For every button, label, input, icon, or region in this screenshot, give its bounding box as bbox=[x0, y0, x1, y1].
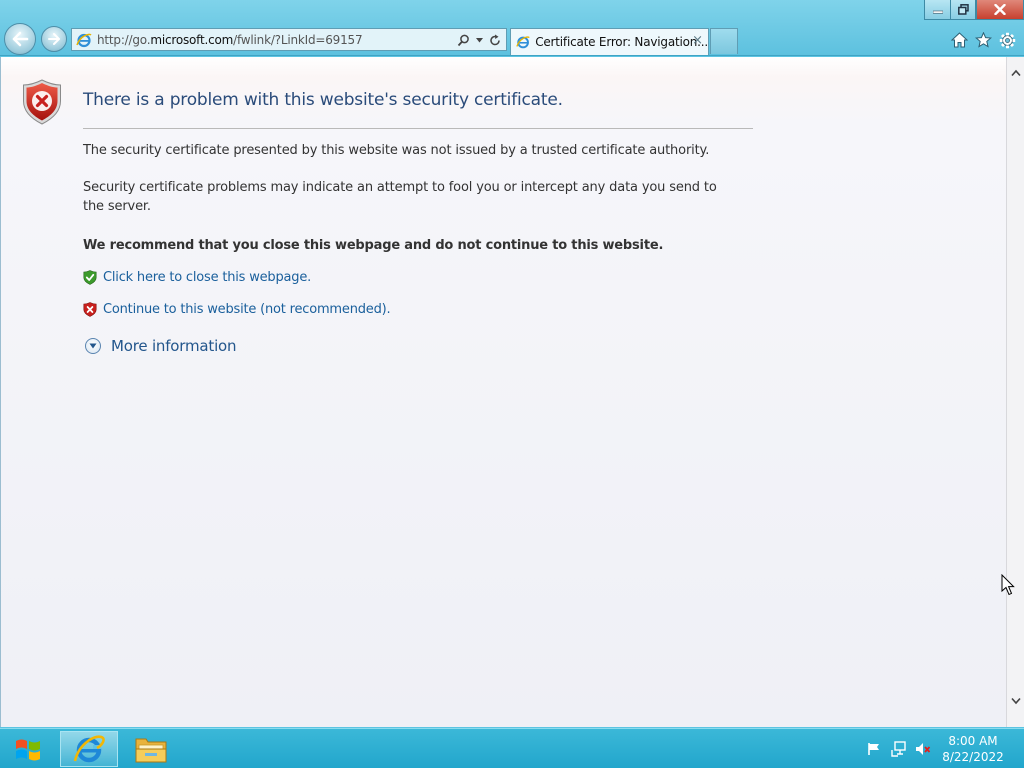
clock-date: 8/22/2022 bbox=[942, 750, 1004, 764]
tab-certificate-error[interactable]: Certificate Error: Navigation... × bbox=[510, 28, 709, 55]
start-button[interactable] bbox=[8, 735, 48, 765]
close-icon bbox=[994, 4, 1006, 15]
system-clock[interactable]: 8:00 AM 8/22/2022 bbox=[940, 733, 1006, 765]
scroll-up-arrow-icon[interactable] bbox=[1007, 69, 1024, 83]
url-prefix: http://go. bbox=[97, 32, 151, 47]
internet-explorer-icon bbox=[73, 735, 105, 763]
scroll-down-arrow-icon[interactable] bbox=[1007, 697, 1024, 711]
taskbar: 8:00 AM 8/22/2022 bbox=[0, 728, 1024, 768]
risk-explanation-text: Security certificate problems may indica… bbox=[83, 180, 717, 214]
taskbar-file-explorer[interactable] bbox=[126, 731, 176, 767]
page-title: There is a problem with this website's s… bbox=[83, 90, 563, 110]
star-icon[interactable] bbox=[974, 31, 992, 49]
gear-icon[interactable] bbox=[998, 31, 1016, 49]
network-icon[interactable] bbox=[891, 741, 907, 757]
search-icon[interactable] bbox=[456, 31, 471, 49]
continue-row: Continue to this website (not recommende… bbox=[83, 302, 391, 317]
restore-button[interactable] bbox=[950, 0, 976, 20]
tab-title: Certificate Error: Navigation... bbox=[535, 35, 708, 49]
recommendation-text: We recommend that you close this webpage… bbox=[83, 238, 664, 253]
clock-time: 8:00 AM bbox=[948, 734, 998, 748]
close-webpage-link[interactable]: Click here to close this webpage. bbox=[103, 270, 311, 285]
minimize-icon bbox=[932, 10, 943, 13]
mouse-cursor-icon bbox=[1001, 574, 1015, 596]
close-window-button[interactable] bbox=[976, 0, 1024, 20]
volume-muted-icon[interactable] bbox=[915, 741, 931, 757]
shield-x-icon bbox=[83, 302, 97, 317]
flag-icon[interactable] bbox=[866, 741, 882, 757]
close-icon[interactable]: × bbox=[692, 34, 703, 48]
shield-x-icon bbox=[23, 79, 61, 125]
minimize-button[interactable] bbox=[924, 0, 950, 20]
ie-page-icon bbox=[516, 36, 530, 49]
folder-icon bbox=[135, 738, 167, 763]
taskbar-internet-explorer[interactable] bbox=[60, 731, 118, 767]
windows-logo-icon bbox=[16, 739, 40, 761]
url-path: /fwlink/?LinkId=69157 bbox=[233, 32, 363, 47]
window-controls bbox=[924, 0, 1024, 20]
forward-button[interactable] bbox=[41, 26, 67, 52]
divider bbox=[83, 128, 753, 129]
arrow-right-icon bbox=[48, 33, 60, 45]
home-icon[interactable] bbox=[950, 31, 968, 49]
arrow-left-icon bbox=[12, 31, 29, 47]
url-domain: microsoft.com bbox=[150, 32, 234, 47]
more-information-label: More information bbox=[111, 337, 237, 355]
page-content: There is a problem with this website's s… bbox=[0, 57, 1006, 727]
address-bar[interactable]: http://go.microsoft.com/fwlink/?LinkId=6… bbox=[71, 28, 507, 51]
url-text[interactable]: http://go.microsoft.com/fwlink/?LinkId=6… bbox=[97, 32, 363, 47]
chevron-down-icon bbox=[85, 338, 101, 354]
shield-check-icon bbox=[83, 270, 97, 285]
ie-page-icon bbox=[76, 33, 92, 47]
more-information-toggle[interactable]: More information bbox=[85, 337, 237, 355]
back-button[interactable] bbox=[4, 23, 36, 55]
chevron-down-icon[interactable] bbox=[475, 31, 483, 49]
browser-toolbar: http://go.microsoft.com/fwlink/?LinkId=6… bbox=[0, 0, 1024, 56]
refresh-icon[interactable] bbox=[487, 31, 502, 49]
restore-icon bbox=[957, 4, 969, 15]
vertical-scrollbar[interactable] bbox=[1006, 57, 1024, 727]
continue-to-website-link[interactable]: Continue to this website (not recommende… bbox=[103, 302, 391, 317]
untrusted-authority-text: The security certificate presented by th… bbox=[83, 143, 710, 158]
close-webpage-row: Click here to close this webpage. bbox=[83, 270, 311, 285]
new-tab-button[interactable] bbox=[710, 28, 738, 54]
